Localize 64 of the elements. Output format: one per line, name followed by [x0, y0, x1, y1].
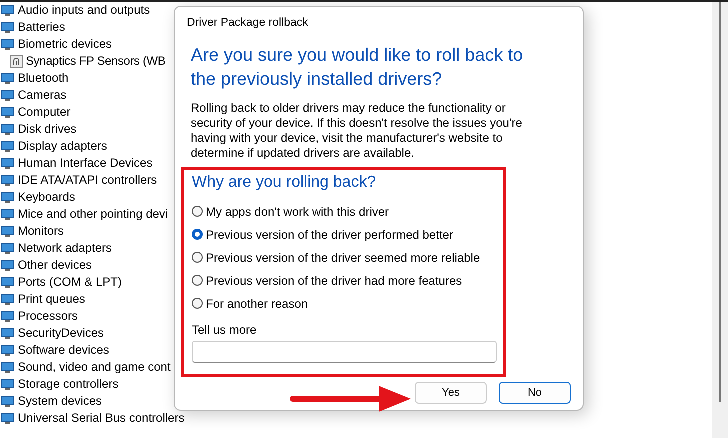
tree-item[interactable]: Keyboards: [0, 189, 185, 206]
device-icon: [1, 276, 14, 289]
tree-item[interactable]: Storage controllers: [0, 376, 185, 393]
device-icon: [1, 174, 14, 187]
device-icon: [1, 123, 14, 136]
device-icon: [1, 293, 14, 306]
device-icon: [1, 72, 14, 85]
device-icon: [1, 191, 14, 204]
field-label: Tell us more: [192, 323, 258, 337]
tree-item[interactable]: Computer: [0, 104, 185, 121]
tree-item[interactable]: IDE ATA/ATAPI controllers: [0, 172, 185, 189]
tree-item[interactable]: Cameras: [0, 87, 185, 104]
tree-item[interactable]: Display adapters: [0, 138, 185, 155]
device-icon: [1, 242, 14, 255]
tree-item[interactable]: Monitors: [0, 223, 185, 240]
fingerprint-icon: [10, 55, 23, 68]
device-icon: [1, 259, 14, 272]
device-icon: [1, 208, 14, 221]
tree-item[interactable]: Other devices: [0, 257, 185, 274]
device-icon: [1, 412, 14, 425]
device-icon: [1, 361, 14, 374]
device-icon: [1, 89, 14, 102]
tree-item[interactable]: Synaptics FP Sensors (WB: [0, 53, 185, 70]
device-icon: [1, 395, 14, 408]
tree-item[interactable]: Sound, video and game cont: [0, 359, 185, 376]
device-icon: [1, 157, 14, 170]
tree-item[interactable]: Universal Serial Bus controllers: [0, 410, 185, 427]
scrollbar[interactable]: [712, 2, 728, 438]
tree-item[interactable]: Disk drives: [0, 121, 185, 138]
device-icon: [1, 106, 14, 119]
input-field[interactable]: [192, 341, 497, 363]
device-icon: [1, 310, 14, 323]
tree-item[interactable]: Batteries: [0, 19, 185, 36]
tree-item[interactable]: Software devices: [0, 342, 185, 359]
tree-item[interactable]: Ports (COM & LPT): [0, 274, 185, 291]
dialog-button[interactable]: No: [499, 382, 571, 404]
tree-item[interactable]: Audio inputs and outputs: [0, 2, 185, 19]
radio-option[interactable]: My apps don't work with this driver: [192, 200, 495, 223]
device-icon: [1, 4, 14, 17]
radio-option[interactable]: For another reason: [192, 292, 495, 315]
radio-option[interactable]: Previous version of the driver seemed more reliable: [192, 246, 495, 269]
radio-option[interactable]: Previous version of the driver performed better: [192, 223, 495, 246]
device-icon: [1, 21, 14, 34]
dialog-heading: Are you sure you would like to roll back to the previously installed drivers?: [191, 44, 524, 91]
tree-item[interactable]: SecurityDevices: [0, 325, 185, 342]
description-text: Rolling back to older drivers may reduce the functionality or security of your device. If this doesn't resolve the issues you're having with your device, visit the manufacturer's website to determine if updated drivers are available.: [191, 101, 524, 161]
dialog-button[interactable]: Yes: [415, 382, 487, 404]
tree-item[interactable]: Mice and other pointing devi: [0, 206, 185, 223]
tree-item[interactable]: Bluetooth: [0, 70, 185, 87]
tree-item[interactable]: Biometric devices: [0, 36, 185, 53]
tree-item[interactable]: Print queues: [0, 291, 185, 308]
tree-item[interactable]: Network adapters: [0, 240, 185, 257]
device-icon: [1, 140, 14, 153]
device-icon: [1, 378, 14, 391]
tree-item[interactable]: Human Interface Devices: [0, 155, 185, 172]
tree-item[interactable]: Processors: [0, 308, 185, 325]
tree-item[interactable]: System devices: [0, 393, 185, 410]
section-heading: Why are you rolling back?: [192, 174, 378, 192]
device-icon: [1, 327, 14, 340]
device-icon: [1, 225, 14, 238]
device-icon: [1, 344, 14, 357]
radio-option[interactable]: Previous version of the driver had more features: [192, 269, 495, 292]
dialog-title: Driver Package rollback: [186, 17, 310, 29]
device-icon: [1, 38, 14, 51]
